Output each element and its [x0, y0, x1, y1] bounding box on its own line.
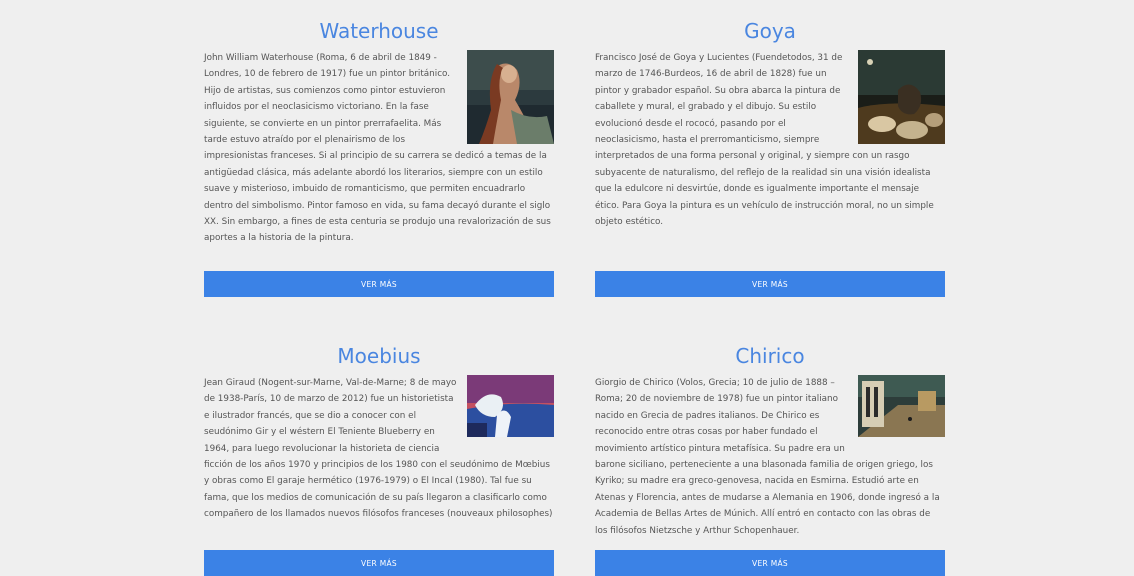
artist-title: Chirico — [735, 344, 805, 368]
artist-card-waterhouse: Waterhouse John William Waterhouse (Roma… — [204, 16, 554, 297]
artwork-thumbnail — [467, 50, 554, 144]
artwork-thumbnail — [467, 375, 554, 437]
artwork-thumbnail — [858, 375, 945, 437]
artist-bio-block: John William Waterhouse (Roma, 6 de abri… — [204, 50, 554, 247]
artist-title: Goya — [744, 19, 796, 43]
artist-title: Moebius — [337, 344, 421, 368]
artist-bio-block: Francisco José de Goya y Lucientes (Fuen… — [595, 50, 945, 230]
artist-card-moebius: Moebius Jean Giraud (Nogent-sur-Marne, V… — [204, 341, 554, 576]
artist-bio-block: Jean Giraud (Nogent-sur-Marne, Val-de-Ma… — [204, 375, 554, 523]
ver-mas-button[interactable]: VER MÁS — [204, 550, 554, 576]
ver-mas-button[interactable]: VER MÁS — [595, 550, 945, 576]
artist-card-chirico: Chirico Giorgio de Chirico (Volos, Greci… — [595, 341, 945, 576]
artwork-thumbnail — [858, 50, 945, 144]
ver-mas-button[interactable]: VER MÁS — [204, 271, 554, 297]
ver-mas-button[interactable]: VER MÁS — [595, 271, 945, 297]
artist-card-goya: Goya Francisco José de Goya y Lucientes … — [595, 16, 945, 297]
artist-title: Waterhouse — [319, 19, 439, 43]
artist-bio-block: Giorgio de Chirico (Volos, Grecia; 10 de… — [595, 375, 945, 539]
